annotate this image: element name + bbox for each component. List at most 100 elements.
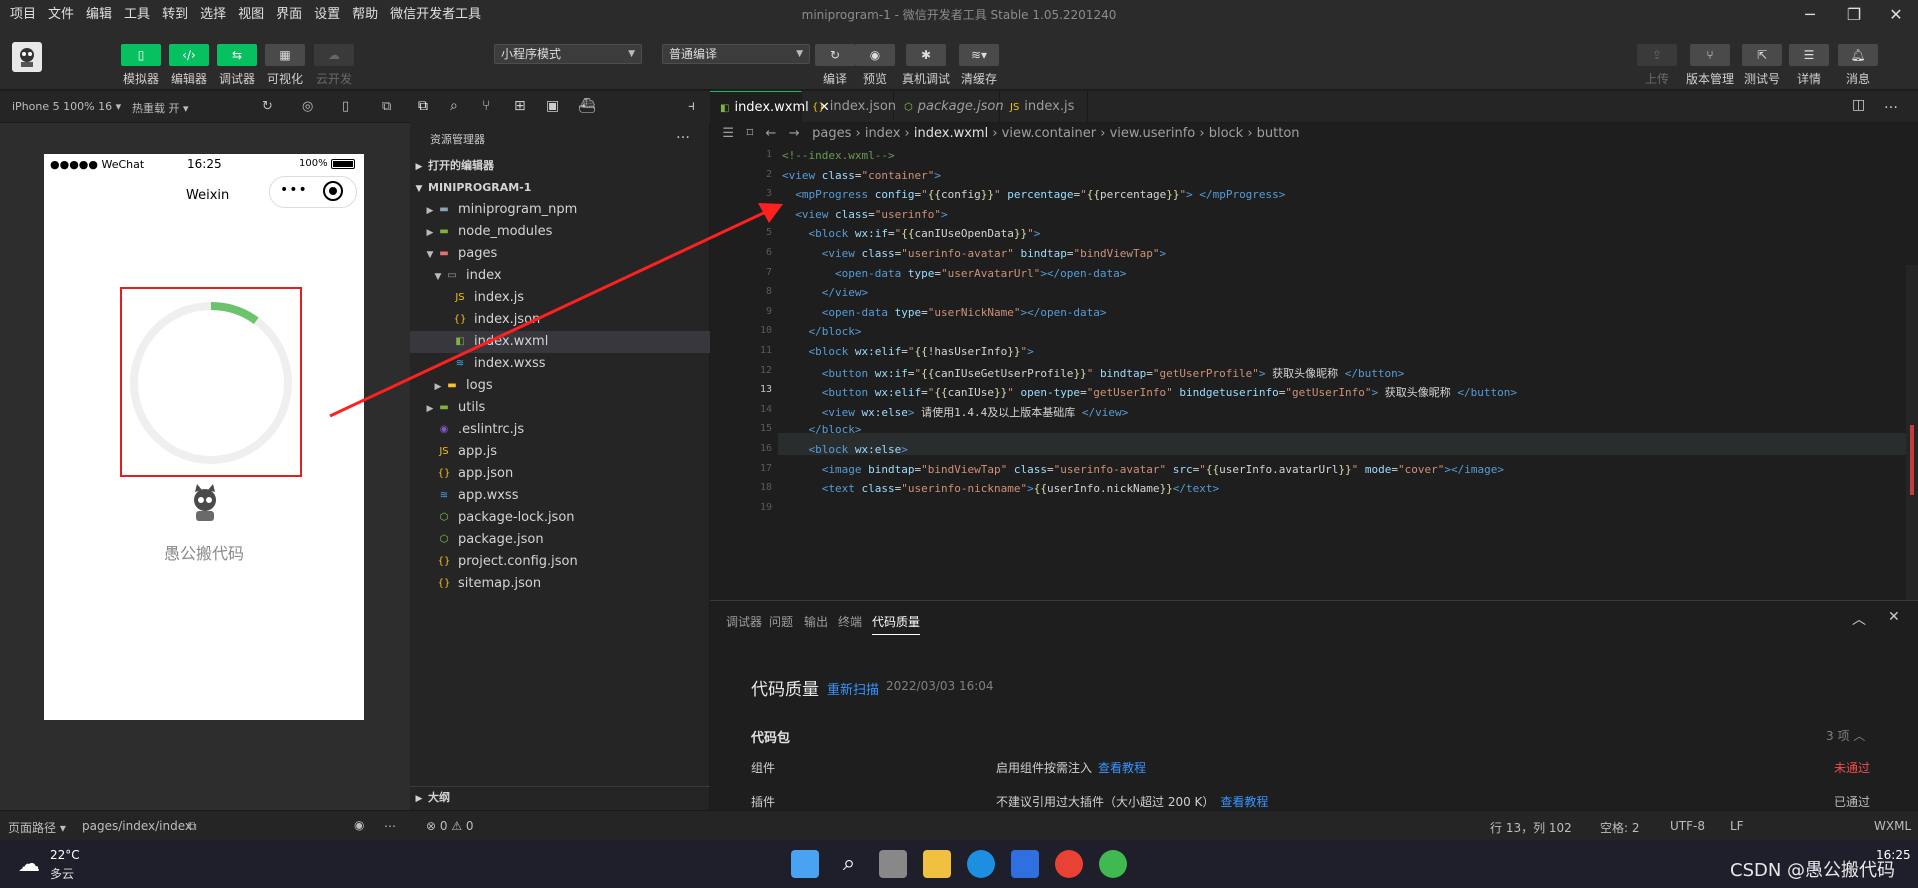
breadcrumb-item[interactable]: view.container bbox=[1002, 126, 1096, 141]
breadcrumb-item[interactable]: button bbox=[1257, 126, 1300, 141]
menu-item[interactable]: 设置 bbox=[308, 0, 346, 30]
mode-select[interactable]: 小程序模式 ▼ bbox=[494, 44, 642, 64]
problems-indicator[interactable]: ⊗ 0 ⚠ 0 bbox=[426, 819, 474, 833]
code-line[interactable]: <button wx:if="{{canIUseGetUserProfile}}… bbox=[782, 365, 1405, 381]
code-line[interactable]: <block wx:if="{{canIUseOpenData}}"> bbox=[782, 227, 1041, 240]
maximize-button[interactable]: ❐ bbox=[1832, 0, 1876, 30]
tree-item[interactable]: {} sitemap.json bbox=[410, 573, 710, 595]
stop-icon[interactable]: ◎ bbox=[302, 99, 313, 114]
tutorial-link[interactable]: 查看教程 bbox=[1220, 795, 1268, 809]
minimize-button[interactable]: ─ bbox=[1788, 0, 1832, 30]
tab-package-json[interactable]: ⬡ package.json bbox=[894, 91, 1004, 123]
menu-item[interactable]: 工具 bbox=[118, 0, 156, 30]
code-editor[interactable]: 1 <!--index.wxml--> 2 <view class="containe… bbox=[710, 145, 1918, 600]
wechat-devtools-icon[interactable] bbox=[1099, 850, 1127, 878]
avatar[interactable] bbox=[12, 42, 42, 72]
compile-select[interactable]: 普通编译 ▼ bbox=[662, 44, 810, 64]
tree-item[interactable]: ◉ .eslintrc.js bbox=[410, 419, 710, 441]
tree-item[interactable]: ▼ ▭ index bbox=[410, 265, 710, 287]
breadcrumb-item[interactable]: view.userinfo bbox=[1110, 126, 1196, 141]
maximize-panel-icon[interactable]: ︿ bbox=[1852, 609, 1866, 629]
docker-icon[interactable]: ⛴ bbox=[578, 98, 596, 114]
code-line[interactable]: </view> bbox=[782, 286, 868, 299]
preview-button[interactable]: ◉ 预览 bbox=[851, 44, 899, 87]
popout-icon[interactable]: ⧉ bbox=[382, 99, 391, 114]
menu-item[interactable]: 项目 bbox=[4, 0, 42, 30]
refresh-icon[interactable]: ↻ bbox=[262, 99, 273, 114]
search-icon[interactable]: ⌕ bbox=[835, 850, 863, 878]
line-ending[interactable]: LF bbox=[1730, 819, 1744, 833]
tree-item[interactable]: {} project.config.json bbox=[410, 551, 710, 573]
more-icon[interactable]: … bbox=[384, 816, 396, 830]
rescan-link[interactable]: 重新扫描 bbox=[827, 679, 879, 698]
minimap-scrollbar[interactable] bbox=[1906, 265, 1918, 600]
tree-item[interactable]: {} index.json bbox=[410, 309, 710, 331]
panel-tab[interactable]: 终端 bbox=[838, 613, 862, 630]
encoding[interactable]: UTF-8 bbox=[1670, 819, 1705, 833]
code-line[interactable]: <text class="userinfo-nickname">{{userIn… bbox=[782, 482, 1219, 495]
code-line[interactable]: <image bindtap="bindViewTap" class="user… bbox=[782, 463, 1504, 476]
clear-cache-button[interactable]: ≋▾ 清缓存 bbox=[955, 44, 1003, 87]
tree-item[interactable]: {} app.json bbox=[410, 463, 710, 485]
menu-item[interactable]: 转到 bbox=[156, 0, 194, 30]
tree-item[interactable]: ▶ ▬ logs bbox=[410, 375, 710, 397]
code-line[interactable]: <view wx:else> 请使用1.4.4及以上版本基础库 </view> bbox=[782, 404, 1128, 420]
close-panel-icon[interactable]: ✕ bbox=[1888, 609, 1900, 625]
code-line[interactable]: <block wx:else> bbox=[782, 443, 908, 456]
search-icon[interactable]: ⌕ bbox=[450, 98, 458, 114]
code-line[interactable]: </block> bbox=[782, 423, 862, 436]
menu-item[interactable]: 视图 bbox=[232, 0, 270, 30]
tree-item[interactable]: ≋ app.wxss bbox=[410, 485, 710, 507]
outline-header[interactable]: ▶ 大纲 bbox=[410, 786, 710, 808]
tree-item[interactable]: ⬡ package-lock.json bbox=[410, 507, 710, 529]
visual-toggle-button[interactable]: ▦ 可视化 bbox=[261, 44, 309, 87]
copy-icon[interactable]: ⧉ bbox=[188, 819, 197, 834]
cursor-position[interactable]: 行 13，列 102 bbox=[1490, 819, 1572, 836]
version-control-button[interactable]: ⑂ 版本管理 bbox=[1686, 44, 1734, 87]
panel-tab[interactable]: 问题 bbox=[769, 613, 793, 630]
code-line[interactable]: <button wx:elif="{{canIUse}}" open-type=… bbox=[782, 384, 1517, 400]
menu-item[interactable]: 文件 bbox=[42, 0, 80, 30]
upload-button[interactable]: ⇪ 上传 bbox=[1633, 44, 1681, 87]
capsule-menu[interactable]: ••• bbox=[269, 176, 357, 208]
tree-item[interactable]: JS app.js bbox=[410, 441, 710, 463]
chrome-icon[interactable] bbox=[1055, 850, 1083, 878]
clock[interactable]: 16:25 bbox=[1876, 848, 1911, 862]
menu-item[interactable]: 微信开发者工具 bbox=[384, 0, 487, 30]
editor-toggle-button[interactable]: ‹/› 编辑器 bbox=[165, 44, 213, 87]
indentation[interactable]: 空格: 2 bbox=[1600, 819, 1640, 836]
code-line[interactable]: <open-data type="userAvatarUrl"></open-d… bbox=[782, 267, 1126, 280]
tree-item[interactable]: JS index.js bbox=[410, 287, 710, 309]
phone-icon[interactable]: ▯ bbox=[342, 99, 349, 114]
menu-item[interactable]: 编辑 bbox=[80, 0, 118, 30]
tree-item[interactable]: ≋ index.wxss bbox=[410, 353, 710, 375]
code-line[interactable]: <!--index.wxml--> bbox=[782, 149, 895, 162]
tree-item[interactable]: ▶ ▬ utils bbox=[410, 397, 710, 419]
octocat-image[interactable] bbox=[185, 484, 225, 524]
weather-icon[interactable]: ☁ bbox=[18, 852, 40, 877]
breadcrumb-item[interactable]: index bbox=[865, 126, 901, 141]
panel-tab[interactable]: 代码质量 bbox=[872, 613, 921, 635]
device-select[interactable]: iPhone 5 100% 16 ▾ bbox=[12, 100, 121, 113]
code-line[interactable]: </block> bbox=[782, 325, 862, 338]
eye-icon[interactable]: ◉ bbox=[354, 818, 364, 832]
hot-reload-select[interactable]: 热重载 开 ▾ bbox=[132, 100, 189, 116]
details-button[interactable]: ☰ 详情 bbox=[1785, 44, 1833, 87]
tutorial-link[interactable]: 查看教程 bbox=[1098, 761, 1146, 775]
code-line[interactable]: <view class="userinfo"> bbox=[782, 208, 947, 221]
code-line[interactable]: <open-data type="userNickName"></open-da… bbox=[782, 306, 1107, 319]
cloud-dev-button[interactable]: ☁ 云开发 bbox=[310, 44, 358, 87]
file-explorer-icon[interactable] bbox=[923, 850, 951, 878]
tab-index-wxml[interactable]: ◧ index.wxml ✕ bbox=[710, 91, 830, 123]
menu-item[interactable]: 界面 bbox=[270, 0, 308, 30]
tab-index-js[interactable]: JS index.js bbox=[1000, 91, 1088, 123]
page-path-select[interactable]: 页面路径 ▾ bbox=[8, 819, 66, 836]
breadcrumb-item[interactable]: block bbox=[1209, 126, 1244, 141]
extensions-icon[interactable]: ▣ bbox=[546, 98, 559, 114]
start-icon[interactable] bbox=[791, 850, 819, 878]
messages-button[interactable]: 🔔︎ 消息 bbox=[1834, 44, 1882, 87]
task-view-icon[interactable] bbox=[879, 850, 907, 878]
debug-icon[interactable]: ⊞ bbox=[514, 98, 526, 114]
collapse-sidebar-icon[interactable]: ⫞ bbox=[688, 98, 695, 114]
breadcrumb-item[interactable]: pages bbox=[812, 126, 851, 141]
